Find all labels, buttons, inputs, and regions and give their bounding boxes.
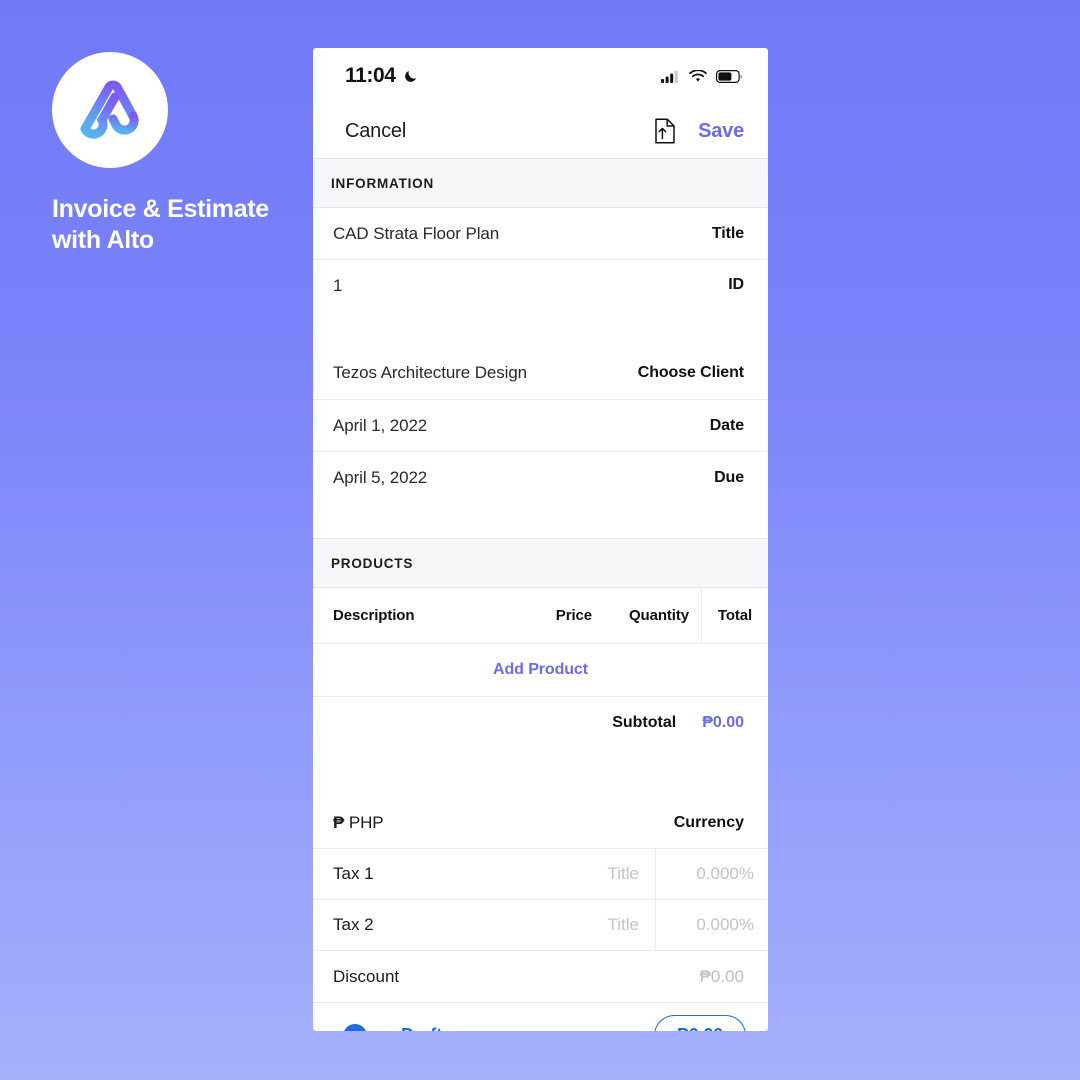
tax-2-title-input[interactable]: Title (541, 900, 656, 950)
total-amount-button[interactable]: ₱0.00 (653, 1015, 746, 1031)
row-discount[interactable]: Discount ₱0.00 (313, 951, 768, 1002)
brand-title: Invoice & Estimate with Alto (52, 195, 269, 254)
brand-block: Invoice & Estimate with Alto (52, 52, 292, 255)
id-row-spacer (313, 312, 768, 346)
navigation-bar-right: Save (654, 118, 744, 144)
date-value: April 1, 2022 (333, 415, 428, 435)
section-header-products: PRODUCTS (313, 538, 768, 588)
navigation-bar: Cancel Save (313, 104, 768, 158)
subtotal-label: Subtotal (612, 713, 677, 731)
subtotal-bottom-spacer (313, 748, 768, 798)
row-id[interactable]: 1 ID (313, 260, 768, 312)
title-label: Title (711, 224, 744, 242)
tax-1-rate-input[interactable]: 0.000% (656, 864, 768, 884)
id-value: 1 (333, 276, 343, 295)
row-title[interactable]: CAD Strata Floor Plan Title (313, 208, 768, 260)
section-header-information: INFORMATION (313, 158, 768, 208)
id-label: ID (728, 276, 744, 293)
status-badge[interactable]: Draft (401, 1025, 442, 1031)
date-label: Date (709, 416, 744, 434)
client-value: Tezos Architecture Design (333, 362, 528, 382)
column-header-price: Price (555, 607, 592, 624)
discount-label: Discount (333, 966, 400, 986)
currency-label: Currency (673, 814, 744, 831)
currency-code: PHP (348, 813, 384, 832)
tax-1-title-input[interactable]: Title (541, 849, 656, 899)
status-bar: 11:04 (313, 48, 768, 104)
status-bar-left: 11:04 (345, 64, 419, 88)
due-value: April 5, 2022 (333, 468, 428, 487)
subtotal-value: ₱0.00 (702, 713, 744, 731)
row-currency[interactable]: ₱ PHP Currency (313, 798, 768, 849)
tax-2-rate-input[interactable]: 0.000% (656, 915, 768, 935)
column-header-total: Total (717, 607, 753, 624)
discount-value: ₱0.00 (699, 966, 744, 986)
alto-a-logo-icon (80, 80, 139, 139)
information-bottom-spacer (313, 504, 768, 538)
tax-1-name: Tax 1 (333, 864, 374, 883)
cellular-signal-icon (661, 70, 678, 83)
row-due[interactable]: April 5, 2022 Due (313, 452, 768, 504)
more-ellipsis-icon[interactable] (343, 1023, 367, 1031)
crescent-moon-icon (404, 71, 416, 82)
phone-screen: 11:04 Cancel Save INFORMATION CAD Strata… (313, 48, 768, 1031)
battery-icon (716, 69, 742, 83)
title-value: CAD Strata Floor Plan (333, 223, 500, 243)
products-table-header: Description Price Quantity Total (313, 588, 768, 644)
row-tax-2[interactable]: Tax 2 Title 0.000% (313, 900, 768, 951)
column-header-quantity: Quantity (592, 588, 702, 643)
row-date[interactable]: April 1, 2022 Date (313, 400, 768, 452)
status-bar-right (661, 69, 742, 83)
add-product-button[interactable]: Add Product (313, 644, 768, 697)
tax-2-name: Tax 2 (333, 915, 374, 934)
app-logo (52, 52, 168, 168)
row-tax-1[interactable]: Tax 1 Title 0.000% (313, 849, 768, 900)
subtotal-row: Subtotal ₱0.00 (313, 697, 768, 748)
row-choose-client[interactable]: Tezos Architecture Design Choose Client (313, 346, 768, 400)
cancel-button[interactable]: Cancel (345, 120, 406, 143)
currency-value: ₱ PHP (333, 813, 384, 833)
column-header-description: Description (333, 607, 415, 624)
save-button[interactable]: Save (698, 120, 744, 143)
wifi-icon (689, 69, 707, 82)
clock-time: 11:04 (345, 64, 396, 87)
share-export-icon[interactable] (654, 118, 676, 144)
due-label: Due (714, 469, 744, 486)
bottom-bar: Draft ₱0.00 (313, 1002, 768, 1031)
client-label: Choose Client (637, 363, 744, 381)
peso-symbol-icon: ₱ (333, 813, 345, 832)
